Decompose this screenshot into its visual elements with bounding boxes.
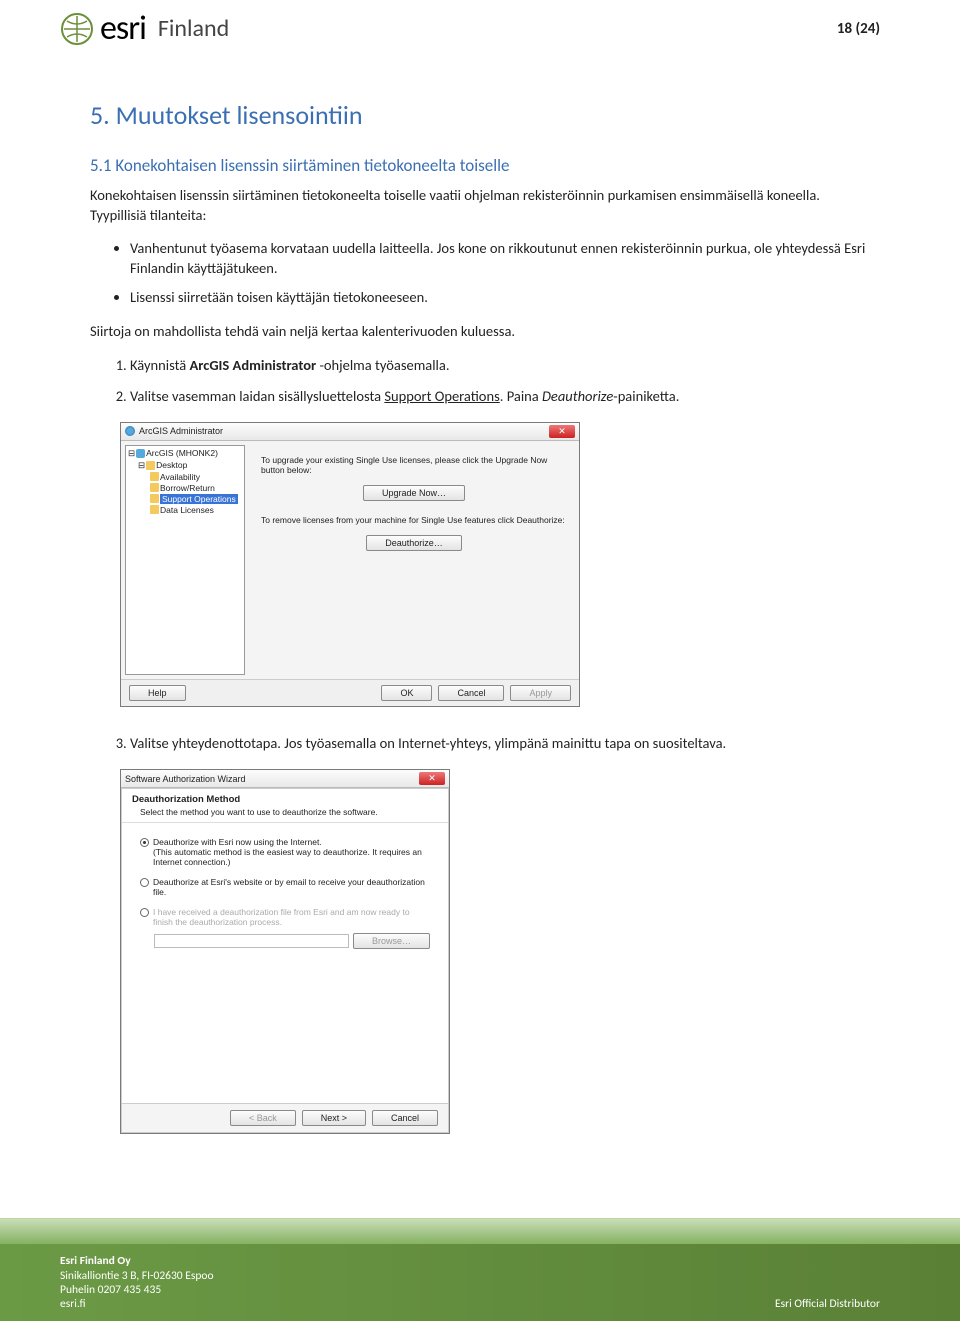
paragraph: Siirtoja on mahdollista tehdä vain neljä… (90, 322, 870, 342)
file-path-input (154, 934, 349, 948)
pane-text: To upgrade your existing Single Use lice… (261, 455, 567, 475)
numbered-list-cont: Valitse yhteydenottotapa. Jos työasemall… (130, 733, 870, 753)
tree-node[interactable]: Borrow/Return (160, 483, 215, 493)
wizard-heading: Deauthorization Method (132, 794, 438, 805)
tree-node[interactable]: Desktop (156, 460, 187, 470)
dialog-titlebar: Software Authorization Wizard ✕ (121, 770, 449, 788)
tree-node[interactable]: Availability (160, 472, 200, 482)
close-button[interactable]: ✕ (419, 772, 445, 785)
wizard-header: Deauthorization Method Select the method… (122, 789, 448, 823)
apply-button[interactable]: Apply (510, 685, 571, 701)
footer-decoration (0, 1218, 960, 1244)
step-1: Käynnistä ArcGIS Administrator -ohjelma … (130, 355, 870, 375)
wizard-footer: < Back Next > Cancel (122, 1103, 448, 1132)
pane-text: To remove licenses from your machine for… (261, 515, 567, 525)
radio-option-1[interactable]: Deauthorize with Esri now using the Inte… (140, 837, 430, 867)
tree-panel[interactable]: ⊟ArcGIS (MHONK2) ⊟Desktop Availability B… (125, 445, 245, 675)
root-icon (136, 449, 145, 458)
folder-icon (150, 494, 159, 503)
radio-icon (140, 908, 149, 917)
deauthorize-button[interactable]: Deauthorize… (366, 535, 462, 551)
page-header: esri Finland 18 (24) (0, 0, 960, 49)
content-pane: To upgrade your existing Single Use lice… (249, 441, 579, 679)
bullet-list: Vanhentunut työasema korvataan uudella l… (130, 239, 870, 308)
dialog-title: Software Authorization Wizard (125, 774, 246, 784)
radio-option-2[interactable]: Deauthorize at Esri's website or by emai… (140, 877, 430, 897)
options-panel: Deauthorize with Esri now using the Inte… (122, 823, 448, 1103)
numbered-list: Käynnistä ArcGIS Administrator -ohjelma … (130, 355, 870, 406)
next-button[interactable]: Next > (302, 1110, 366, 1126)
heading-1: 5. Muutokset lisensointiin (90, 99, 870, 131)
step-3: Valitse yhteydenottotapa. Jos työasemall… (130, 733, 870, 753)
footer-distributor: Esri Official Distributor (775, 1297, 880, 1311)
dialog-title: ArcGIS Administrator (139, 426, 223, 436)
wizard-subheading: Select the method you want to use to dea… (140, 807, 438, 817)
folder-icon (150, 472, 159, 481)
content-area: 5. Muutokset lisensointiin 5.1 Konekohta… (0, 49, 960, 1134)
ok-button[interactable]: OK (381, 685, 432, 701)
tree-node[interactable]: Data Licenses (160, 505, 214, 515)
arcgis-admin-dialog: ArcGIS Administrator ✕ ⊟ArcGIS (MHONK2) … (120, 422, 580, 707)
dialog-titlebar: ArcGIS Administrator ✕ (121, 423, 579, 441)
radio-option-3: I have received a deauthorization file f… (140, 907, 430, 927)
dialog-footer: Help OK Cancel Apply (121, 679, 579, 706)
step-2: Valitse vasemman laidan sisällysluettelo… (130, 386, 870, 406)
radio-icon (140, 878, 149, 887)
close-button[interactable]: ✕ (549, 425, 575, 438)
brand-text: esri (100, 8, 146, 49)
folder-icon (150, 483, 159, 492)
cancel-button[interactable]: Cancel (372, 1110, 438, 1126)
page-number: 18 (24) (837, 20, 880, 38)
bullet-item: Vanhentunut työasema korvataan uudella l… (130, 239, 870, 278)
folder-icon (146, 461, 155, 470)
upgrade-button[interactable]: Upgrade Now… (363, 485, 465, 501)
app-icon (125, 426, 135, 436)
intro-paragraph: Konekohtaisen lisenssin siirtäminen tiet… (90, 186, 870, 225)
heading-2: 5.1 Konekohtaisen lisenssin siirtäminen … (90, 155, 870, 176)
back-button[interactable]: < Back (230, 1110, 296, 1126)
footer-address: Esri Finland Oy Sinikalliontie 3 B, FI-0… (60, 1254, 214, 1311)
auth-wizard-dialog: Software Authorization Wizard ✕ Deauthor… (120, 769, 450, 1134)
radio-icon (140, 838, 149, 847)
page-footer: Esri Finland Oy Sinikalliontie 3 B, FI-0… (0, 1218, 960, 1321)
brand-country: Finland (158, 14, 229, 43)
brand-logo: esri Finland (60, 8, 229, 49)
bullet-item: Lisenssi siirretään toisen käyttäjän tie… (130, 288, 870, 308)
tree-node-selected[interactable]: Support Operations (160, 494, 238, 504)
folder-icon (150, 505, 159, 514)
file-input-row: Browse… (154, 933, 430, 949)
browse-button: Browse… (353, 933, 430, 949)
help-button[interactable]: Help (129, 685, 186, 701)
cancel-button[interactable]: Cancel (438, 685, 504, 701)
globe-icon (60, 12, 94, 46)
